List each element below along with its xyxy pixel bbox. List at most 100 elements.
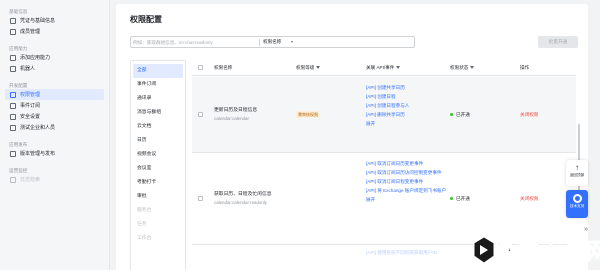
back-to-top-button[interactable]: ↑ 返回顶部	[566, 160, 588, 186]
add-capability-icon	[10, 54, 16, 61]
filter-icon[interactable]	[470, 65, 475, 70]
permission-code: calendar:calendar	[214, 116, 249, 121]
sidebar-group-title: 应用发布	[9, 142, 28, 147]
id-card-icon	[10, 17, 16, 24]
sidebar: 基础信息 凭证与基础信息 成员管理 应用能力 添加应用能力 机器人 开发配置 权限管理 事件订阅…	[0, 0, 110, 270]
sidebar-item-label: 成员管理	[20, 29, 41, 35]
members-icon	[10, 28, 16, 35]
watermark-text: 脉冲手游网	[493, 239, 600, 265]
sidebar-item[interactable]: 版本管理与发布	[0, 148, 109, 159]
api-link[interactable]: [API] 取消订阅日历变更事件	[366, 159, 446, 168]
table-header: 权限名称 权限等级 关联 API/事件 权限状态 操作	[192, 60, 576, 76]
category-item[interactable]: 事件订阅	[131, 78, 185, 92]
category-item[interactable]: 考勤打卡	[131, 176, 185, 190]
header-action: 操作	[520, 65, 530, 70]
category-item[interactable]: 审批	[131, 190, 185, 204]
close-permission-link[interactable]: 关闭权限	[520, 196, 538, 202]
header-apis-label: 关联 API/事件	[366, 65, 395, 70]
bulk-enable-button[interactable]: 批量开通	[538, 36, 578, 48]
watermark-logo-icon	[473, 236, 495, 264]
category-item[interactable]: 视频会议	[131, 148, 185, 162]
back-to-top-label: 返回顶部	[569, 173, 585, 177]
expand-link[interactable]: 展开	[366, 119, 446, 128]
category-item[interactable]: 全部	[133, 64, 183, 78]
category-item[interactable]: 任务	[131, 218, 185, 232]
sidebar-item-label: 测试企业和人员	[20, 125, 56, 131]
sidebar-item[interactable]: 权限管理	[5, 89, 104, 100]
sidebar-item-label: 日志检索	[20, 177, 41, 183]
category-list: 全部 事件订阅 通讯录 消息与群组 云文档 日历 视频会议 会议室 考勤打卡 审批 服务台 任务 工作台	[130, 60, 186, 270]
row-checkbox[interactable]	[198, 112, 203, 117]
bot-icon	[10, 65, 16, 72]
sidebar-item-label: 版本管理与发布	[20, 151, 56, 157]
shield-icon	[10, 113, 16, 120]
select-all-checkbox[interactable]	[198, 65, 203, 70]
search-scope-select[interactable]: 权限名称	[263, 39, 281, 45]
api-list: [API] 创建共享日历 [API] 创建日程 [API] 创建日程参与人 [API]…	[366, 83, 446, 128]
sidebar-item[interactable]: 测试企业和人员	[0, 122, 109, 133]
expand-link[interactable]: 展开	[366, 195, 446, 204]
category-item[interactable]: 通讯录	[131, 92, 185, 106]
status-dot-icon	[450, 197, 453, 201]
api-link[interactable]: [API] 使用系统不同权限获取用户ID	[366, 248, 446, 257]
sidebar-group-title: 应用能力	[9, 46, 28, 51]
status-cell: 已开通	[450, 196, 470, 202]
page-title: 权限配置	[130, 15, 162, 24]
category-item[interactable]: 服务台	[131, 204, 185, 218]
category-item[interactable]: 工作台	[131, 232, 185, 246]
app-window: 基础信息 凭证与基础信息 成员管理 应用能力 添加应用能力 机器人 开发配置 权限管理 事件订阅…	[0, 0, 600, 270]
support-label: 技术支持	[569, 204, 585, 208]
status-label: 已开通	[456, 196, 470, 201]
row-checkbox[interactable]	[198, 196, 203, 201]
sidebar-item-label: 事件订阅	[20, 103, 41, 109]
api-link[interactable]: [API] 取消订阅日程变更事件	[366, 177, 446, 186]
chevron-down-icon[interactable]: ▾	[291, 39, 293, 44]
table-row: 更新日历及日程信息 calendar:calendar 需审核权限 [API] 创建共…	[192, 77, 576, 153]
api-link[interactable]: [API] 取消订阅日历访问控制变更事件	[366, 168, 446, 177]
support-button[interactable]: 技术支持	[566, 190, 588, 218]
search-input[interactable]	[133, 38, 343, 47]
category-item[interactable]: 会议室	[131, 162, 185, 176]
api-link[interactable]: [API] 创建日程参与人	[366, 101, 446, 110]
status-dot-icon	[450, 113, 453, 117]
sidebar-item[interactable]: 成员管理	[0, 26, 109, 37]
header-name: 权限名称	[214, 65, 233, 70]
sidebar-group-title: 运营监控	[9, 168, 28, 173]
filter-icon[interactable]	[396, 65, 401, 70]
event-icon	[10, 102, 16, 109]
category-item[interactable]: 云文档	[131, 120, 185, 134]
release-icon	[10, 150, 16, 157]
category-item[interactable]: 消息与群组	[131, 106, 185, 120]
sidebar-item-label: 安全设置	[20, 114, 41, 120]
test-users-icon	[10, 124, 16, 131]
sidebar-item[interactable]: 机器人	[0, 63, 109, 74]
search-box[interactable]: 权限名称 ▾	[130, 36, 415, 48]
header-level-label: 权限等级	[296, 65, 315, 70]
sidebar-item[interactable]: 添加应用能力	[0, 52, 109, 63]
close-permission-link[interactable]: 关闭权限	[520, 112, 538, 118]
log-search-icon	[10, 176, 16, 183]
sidebar-item[interactable]: 事件订阅	[0, 100, 109, 111]
sidebar-item[interactable]: 日志检索	[0, 174, 109, 185]
api-list: [API] 使用系统不同权限获取用户ID	[366, 248, 446, 257]
filter-icon[interactable]	[316, 65, 321, 70]
api-link[interactable]: [API] 将 Exchange 账户绑定到飞书账户	[366, 186, 446, 195]
api-list: [API] 取消订阅日历变更事件 [API] 取消订阅日历访问控制变更事件 [API…	[366, 159, 446, 204]
api-link[interactable]: [API] 创建共享日历	[366, 83, 446, 92]
sidebar-item-label: 机器人	[20, 66, 36, 72]
sidebar-item-label: 添加应用能力	[20, 55, 51, 61]
api-link[interactable]: [API] 创建日程	[366, 92, 446, 101]
headset-icon	[572, 194, 582, 203]
category-item[interactable]: 日历	[131, 134, 185, 148]
status-label: 已开通	[456, 112, 470, 117]
sidebar-item-label: 凭证与基础信息	[20, 18, 56, 24]
header-level: 权限等级	[296, 65, 321, 71]
sidebar-item[interactable]: 凭证与基础信息	[0, 15, 109, 26]
header-status-label: 权限状态	[450, 65, 469, 70]
api-link[interactable]: [API] 删除共享日历	[366, 110, 446, 119]
sidebar-item[interactable]: 安全设置	[0, 111, 109, 122]
permission-name-cell: 获取日历、日程及忙闲信息 calendar:calendar:readonly	[214, 191, 272, 207]
header-apis: 关联 API/事件	[366, 65, 401, 71]
main-panel: 权限配置 权限名称 ▾ 批量开通 全部事件订阅通讯录消息与群组云文档日历视频会议…	[116, 4, 588, 270]
